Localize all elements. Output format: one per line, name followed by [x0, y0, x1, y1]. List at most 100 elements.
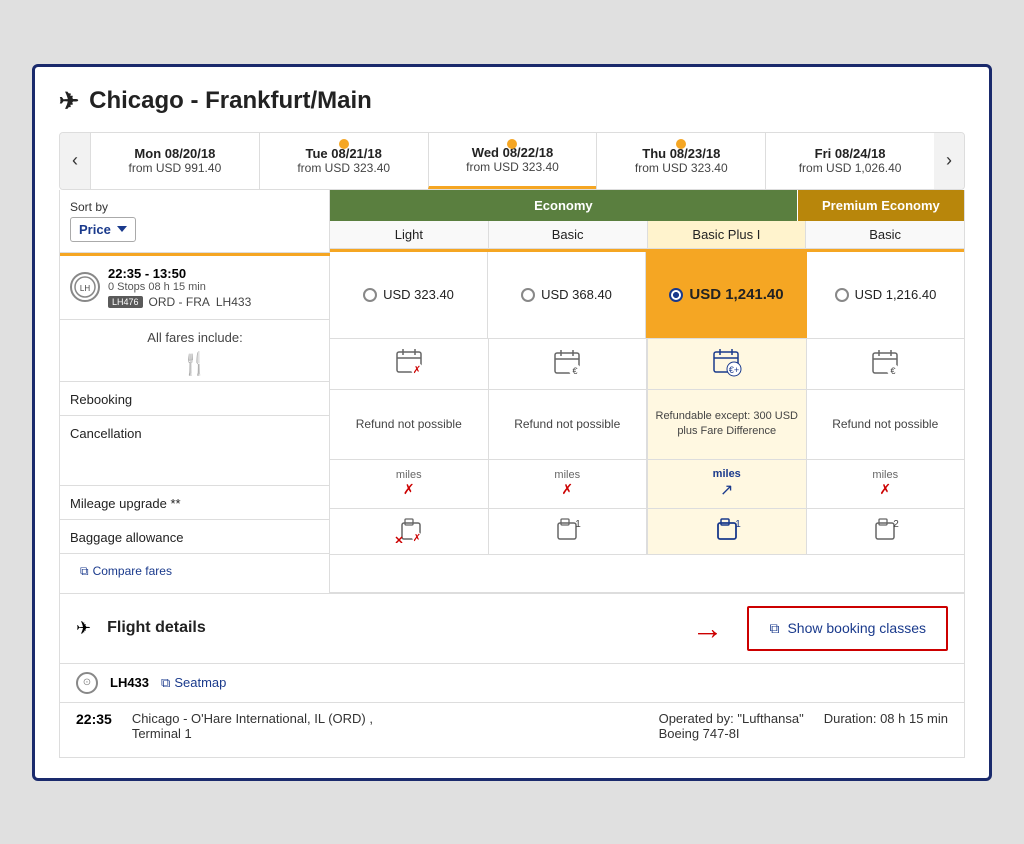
date-dot-3 [676, 139, 686, 149]
price-text-1: USD 368.40 [541, 287, 612, 302]
bag-1-blue-icon: 1 [712, 517, 742, 546]
flight-stops-row: 0 Stops 08 h 15 min [108, 281, 251, 293]
price-cell-3[interactable]: USD 1,216.40 [807, 252, 964, 338]
date-label-4: Fri 08/24/18 [815, 146, 886, 161]
flight-code-row: LH476 ORD - FRA LH433 [108, 295, 251, 309]
price-cell-0[interactable]: USD 323.40 [330, 252, 488, 338]
fare-sub-3: Basic [806, 221, 964, 248]
next-date-button[interactable]: › [934, 133, 964, 189]
date-tab-1[interactable]: Tue 08/21/18 from USD 323.40 [259, 133, 428, 189]
rebooking-cells: ✗ € [330, 339, 964, 390]
depart-operated: Operated by: "Lufthansa"Boeing 747-8I [659, 711, 804, 741]
svg-text:1: 1 [575, 519, 581, 530]
main-card: ✈ Chicago - Frankfurt/Main ‹ Mon 08/20/1… [32, 64, 992, 781]
booking-icon: ⧉ [769, 620, 779, 637]
radio-2[interactable] [669, 288, 683, 302]
flight-route-badge: LH476 [108, 296, 143, 308]
fare-subheader-row: Light Basic Basic Plus I Basic [330, 221, 964, 249]
date-dot-2 [507, 139, 517, 149]
flight-details-title: Flight details [107, 619, 206, 637]
mileage-label: Mileage upgrade ** [70, 494, 181, 511]
date-price-0: from USD 991.40 [129, 161, 222, 175]
seatmap-icon: ⧉ [161, 675, 170, 691]
lh-code-text: LH433 [110, 675, 149, 690]
show-booking-button[interactable]: ⧉ Show booking classes [747, 606, 948, 651]
price-text-3: USD 1,216.40 [855, 287, 937, 302]
prev-date-button[interactable]: ‹ [60, 133, 90, 189]
svg-text:✗: ✗ [413, 365, 421, 375]
all-fares-label: All fares include: [147, 330, 242, 345]
mileage-cell-3: miles ✗ [807, 460, 965, 508]
flight-times-col: 22:35 - 13:50 0 Stops 08 h 15 min LH476 … [108, 266, 251, 309]
miles-label-3: miles [872, 469, 898, 481]
flight-details-plane-icon: ✈ [76, 618, 91, 639]
refund-not-0: Refund not possible [356, 417, 462, 431]
depart-time: 22:35 [76, 711, 112, 727]
seatmap-label: Seatmap [174, 675, 226, 690]
date-tab-3[interactable]: Thu 08/23/18 from USD 323.40 [596, 133, 765, 189]
svg-text:1: 1 [735, 519, 741, 530]
utensil-icon: 🍴 [181, 351, 208, 377]
baggage-label-row: Baggage allowance [60, 519, 330, 553]
flight-details-row: ✈ Flight details → ⧉ Show booking classe… [59, 594, 965, 664]
seatmap-link[interactable]: ⧉ Seatmap [161, 675, 226, 691]
baggage-cell-2: 1 [647, 509, 807, 554]
date-label-0: Mon 08/20/18 [134, 146, 215, 161]
rebooking-cell-0: ✗ [330, 339, 489, 389]
sort-row: Sort by Price [60, 190, 329, 253]
miles-x-0: ✗ [403, 481, 415, 498]
baggage-cell-3: 2 [807, 509, 965, 554]
svg-text:€+: €+ [729, 365, 739, 375]
flight-stops-text: 0 Stops 08 h 15 min [108, 281, 206, 293]
mileage-cells: miles ✗ miles ✗ miles ↗ miles ✗ [330, 460, 964, 509]
depart-duration: Duration: 08 h 15 min [824, 711, 948, 741]
rebooking-cell-1: € [489, 339, 648, 389]
date-tab-2[interactable]: Wed 08/22/18 from USD 323.40 [428, 133, 597, 189]
price-text-2: USD 1,241.40 [689, 286, 783, 303]
radio-0[interactable] [363, 288, 377, 302]
cancellation-cells: Refund not possible Refund not possible … [330, 390, 964, 460]
compare-icon: ⧉ [80, 564, 89, 579]
mileage-label-row: Mileage upgrade ** [60, 485, 330, 519]
fare-prices-row: USD 323.40 USD 368.40 USD 1,241.40 USD 1… [330, 249, 964, 339]
baggage-cell-1: 1 [489, 509, 648, 554]
svg-text:LH: LH [80, 284, 90, 293]
cancel-cell-3: Refund not possible [807, 390, 965, 459]
cancel-cell-0: Refund not possible [330, 390, 489, 459]
route-title: ✈ Chicago - Frankfurt/Main [59, 87, 965, 116]
depart-detail: 22:35 Chicago - O'Hare International, IL… [59, 703, 965, 758]
miles-x-1: ✗ [561, 481, 573, 498]
radio-1[interactable] [521, 288, 535, 302]
date-price-2: from USD 323.40 [466, 160, 559, 174]
mileage-cell-2: miles ↗ [647, 460, 807, 508]
date-tab-0[interactable]: Mon 08/20/18 from USD 991.40 [90, 133, 259, 189]
price-cell-1[interactable]: USD 368.40 [488, 252, 646, 338]
rebooking-cell-2: €+ [647, 339, 807, 389]
radio-3[interactable] [835, 288, 849, 302]
fare-columns: Economy Premium Economy Light Basic Basi… [330, 190, 964, 593]
all-fares-left: All fares include: 🍴 [60, 320, 330, 381]
price-cell-2[interactable]: USD 1,241.40 [646, 252, 807, 338]
rebooking-label-row: Rebooking [60, 381, 330, 415]
rebooking-label: Rebooking [70, 390, 132, 407]
lh-circle: ⊙ [76, 672, 98, 694]
fare-sub-0: Light [330, 221, 489, 248]
miles-label-2: miles [713, 468, 741, 480]
show-booking-label: Show booking classes [787, 620, 926, 636]
svg-text:2: 2 [893, 519, 899, 530]
fare-sub-1: Basic [489, 221, 648, 248]
calendar-euro-icon-3: € [871, 348, 899, 379]
arrow-right-icon: → [691, 610, 723, 647]
economy-header: Economy [330, 190, 798, 221]
cancel-cell-1: Refund not possible [489, 390, 648, 459]
flight-time-text: 22:35 - 13:50 [108, 266, 251, 281]
date-tab-4[interactable]: Fri 08/24/18 from USD 1,026.40 [765, 133, 934, 189]
miles-arrow-2: ↗ [720, 480, 733, 500]
compare-fares-link[interactable]: ⧉ Compare fares [70, 560, 319, 587]
baggage-cells: ✗ 1 [330, 509, 964, 555]
lh-detail-row: ⊙ LH433 ⧉ Seatmap [59, 664, 965, 703]
refund-not-3: Refund not possible [832, 417, 938, 431]
baggage-cell-0: ✗ [330, 509, 489, 554]
sort-select[interactable]: Price [70, 217, 136, 242]
airline-logo: LH [70, 272, 100, 302]
